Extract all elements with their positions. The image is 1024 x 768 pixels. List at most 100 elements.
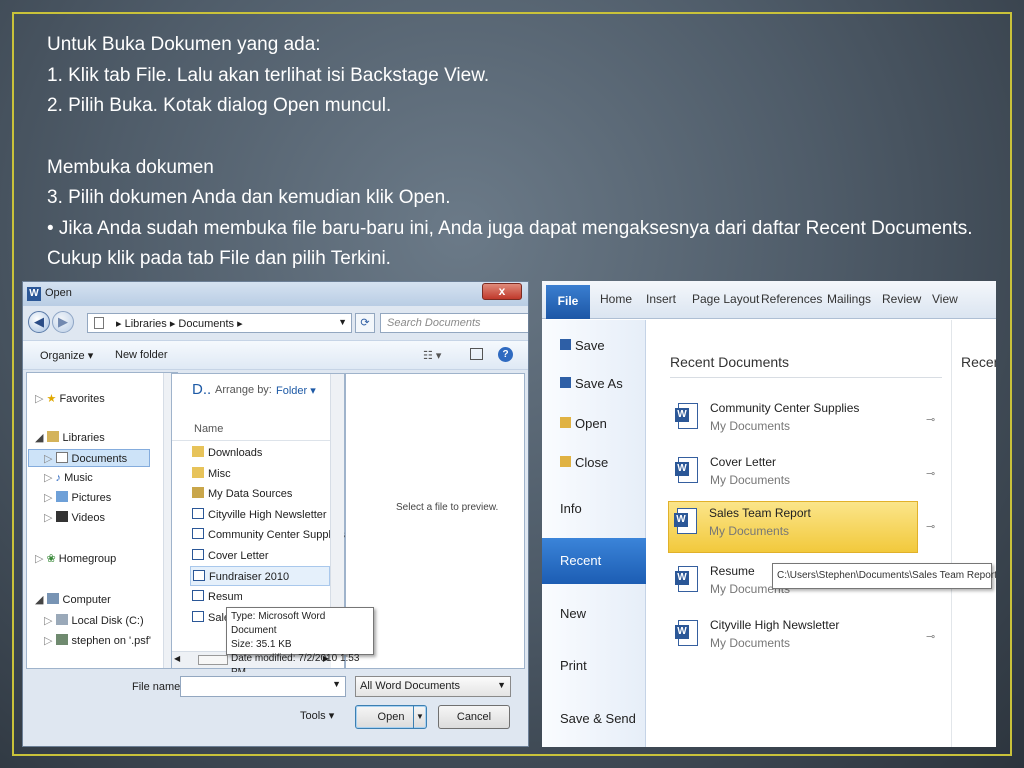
recent-doc[interactable]: Cover LetterMy Documents	[670, 451, 920, 503]
word-doc-icon	[675, 566, 698, 592]
ribbon-tabs: File Home Insert Page Layout References …	[542, 281, 996, 319]
slide-line-4: Membuka dokumen	[47, 156, 214, 178]
network-drive-icon	[55, 634, 68, 645]
cancel-button[interactable]: Cancel	[438, 705, 510, 729]
word-doc-icon	[192, 590, 204, 601]
preview-text: Select a file to preview.	[396, 502, 499, 513]
data-source-icon	[192, 487, 204, 498]
file-tooltip: Type: Microsoft Word Document Size: 35.1…	[226, 607, 374, 678]
slide-line-2: 1. Klik tab File. Lalu akan terlihat isi…	[47, 64, 490, 86]
nav-local-disk[interactable]: ▷ Local Disk (C:)	[44, 612, 144, 630]
slide-line-1: Untuk Buka Dokumen yang ada:	[47, 34, 321, 55]
path-tooltip: C:\Users\Stephen\Documents\Sales Team Re…	[772, 563, 996, 589]
close-button[interactable]: x	[482, 283, 522, 300]
menu-save[interactable]: Save	[560, 338, 605, 353]
pin-icon[interactable]: ⊸	[926, 630, 938, 643]
menu-open[interactable]: Open	[560, 416, 607, 431]
menu-close[interactable]: Close	[560, 455, 608, 470]
pin-icon[interactable]: ⊸	[926, 520, 938, 533]
pin-icon[interactable]: ⊸	[926, 467, 938, 480]
menu-info[interactable]: Info	[560, 501, 582, 516]
arrange-by-dropdown[interactable]: Folder ▾	[276, 384, 316, 397]
nav-videos[interactable]: ▷ Videos	[44, 509, 105, 527]
tab-view[interactable]: View	[932, 292, 958, 306]
nav-homegroup[interactable]: ▷ ❀ Homegroup	[35, 550, 116, 568]
recent-doc[interactable]: Community Center SuppliesMy Documents	[670, 397, 920, 449]
open-folder-icon	[560, 417, 571, 428]
tab-file[interactable]: File	[546, 285, 590, 319]
file-type-select[interactable]: All Word Documents ▼	[355, 676, 511, 697]
pin-icon[interactable]: ⊸	[926, 413, 938, 426]
nav-music[interactable]: ▷ ♪ Music	[44, 469, 93, 487]
nav-favorites[interactable]: ▷ ★ Favorites	[35, 390, 105, 408]
file-row[interactable]: Cover Letter	[192, 546, 350, 566]
file-name-label: File name:	[132, 681, 184, 693]
tools-button[interactable]: Tools ▾	[300, 709, 334, 722]
open-button[interactable]: Open ▼	[355, 705, 427, 729]
save-icon	[560, 339, 571, 350]
file-row[interactable]: Cityville High Newsletter	[192, 505, 350, 525]
tab-mailings[interactable]: Mailings	[827, 292, 871, 306]
search-input[interactable]: Search Documents ⌕	[380, 313, 528, 333]
file-row[interactable]: Community Center Supplies	[192, 525, 350, 545]
menu-save-send[interactable]: Save & Send	[560, 711, 636, 726]
preview-pane-icon[interactable]	[470, 348, 483, 360]
backstage-menu: Save Save As Open Close Info Recent New …	[542, 320, 646, 747]
breadcrumb[interactable]: ▸ Libraries ▸ Documents ▸ ▼	[87, 313, 352, 333]
folder-icon	[192, 467, 204, 478]
nav-libraries[interactable]: ◢ Libraries	[35, 429, 105, 447]
back-button[interactable]: ◀	[28, 311, 50, 333]
document-icon	[55, 452, 68, 463]
word-doc-icon	[675, 457, 698, 483]
file-name-input[interactable]: ▼	[180, 676, 346, 697]
help-icon[interactable]: ?	[498, 347, 513, 362]
menu-new[interactable]: New	[560, 606, 586, 621]
backstage-view: File Home Insert Page Layout References …	[542, 281, 996, 747]
command-bar: Organize ▾ New folder ☷ ▾ ?	[23, 340, 528, 370]
recent-doc-selected[interactable]: Sales Team ReportMy Documents	[668, 501, 918, 553]
word-doc-icon	[192, 528, 204, 539]
disk-icon	[55, 614, 68, 625]
videos-icon	[55, 511, 68, 522]
word-doc-icon	[193, 570, 205, 581]
word-doc-icon	[675, 620, 698, 646]
tab-insert[interactable]: Insert	[646, 292, 676, 306]
nav-network-drive[interactable]: ▷ stephen on '.psf'	[44, 632, 151, 650]
tab-references[interactable]: References	[761, 292, 822, 306]
menu-save-as[interactable]: Save As	[560, 376, 623, 391]
slide-text: Untuk Buka Dokumen yang ada: 1. Klik tab…	[47, 30, 997, 275]
computer-icon	[46, 593, 59, 604]
recent-places-heading: Recent	[961, 354, 996, 370]
open-dialog: W Open x ◀ ▶ ▸ Libraries ▸ Documents ▸ ▼…	[22, 281, 529, 747]
name-column-header[interactable]: Name	[194, 423, 223, 435]
dialog-footer: File name: ▼ All Word Documents ▼ Tools ▾…	[23, 672, 528, 746]
chevron-down-icon[interactable]: ▼	[338, 317, 347, 327]
word-icon: W	[27, 287, 41, 301]
tab-home[interactable]: Home	[600, 292, 632, 306]
file-row[interactable]: My Data Sources	[192, 484, 350, 504]
new-folder-button[interactable]: New folder	[115, 349, 168, 361]
recent-documents-panel: Recent Documents Recent Community Center…	[646, 320, 996, 747]
menu-recent[interactable]: Recent	[542, 538, 646, 584]
nav-documents[interactable]: ▷ Documents	[28, 449, 150, 467]
folder-icon	[192, 446, 204, 457]
file-row[interactable]: Downloads	[192, 443, 350, 463]
tab-review[interactable]: Review	[882, 292, 921, 306]
arrange-by-label: Arrange by:	[215, 384, 272, 396]
slide-line-6: • Jika Anda sudah membuka file baru-baru…	[47, 217, 973, 270]
menu-print[interactable]: Print	[560, 658, 587, 673]
recent-doc[interactable]: Cityville High NewsletterMy Documents	[670, 614, 920, 666]
pictures-icon	[55, 491, 68, 502]
file-row-hovered[interactable]: Fundraiser 2010	[190, 566, 330, 586]
organize-button[interactable]: Organize ▾	[40, 349, 93, 362]
word-doc-icon	[192, 508, 204, 519]
view-options-icon[interactable]: ☷ ▾	[423, 349, 441, 362]
tab-page-layout[interactable]: Page Layout	[692, 292, 759, 306]
nav-computer[interactable]: ◢ Computer	[35, 591, 111, 609]
nav-pictures[interactable]: ▷ Pictures	[44, 489, 111, 507]
slide-line-5: 3. Pilih dokumen Anda dan kemudian klik …	[47, 187, 451, 208]
file-row[interactable]: Misc	[192, 464, 350, 484]
forward-button[interactable]: ▶	[52, 311, 74, 333]
refresh-button[interactable]: ⟳	[355, 313, 375, 333]
file-row[interactable]: Resume	[192, 587, 242, 607]
